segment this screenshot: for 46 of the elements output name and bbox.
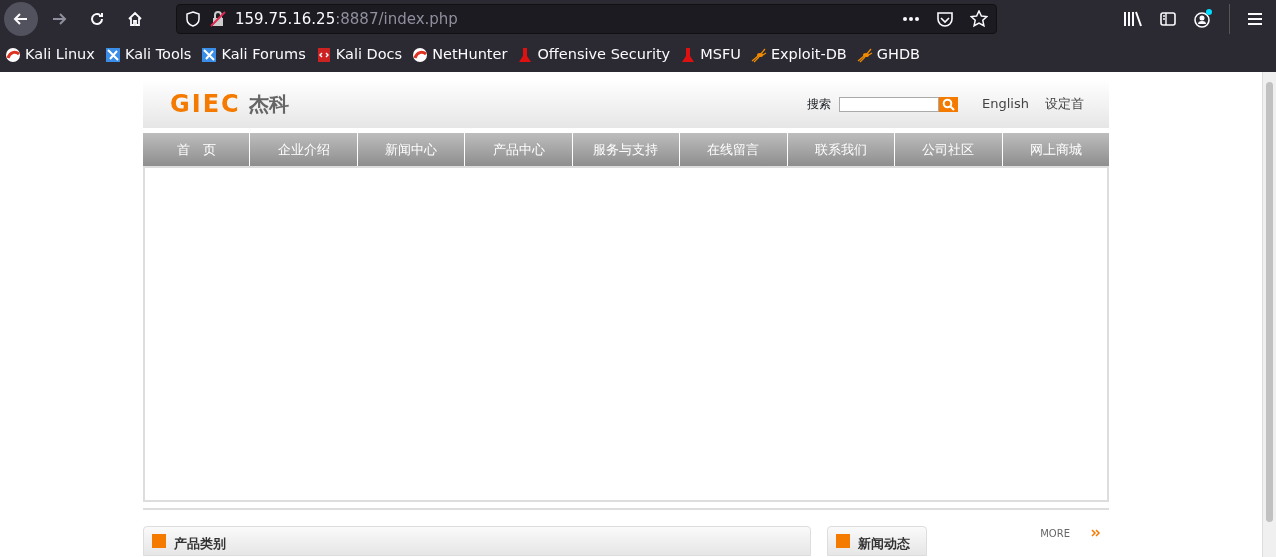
bookmark-icon	[201, 47, 218, 63]
bookmark-icon	[750, 47, 767, 63]
double-chevron-icon	[1091, 529, 1101, 537]
more-icon[interactable]	[902, 16, 920, 22]
account-icon[interactable]	[1193, 9, 1213, 29]
shield-icon	[185, 11, 201, 27]
search-field[interactable]	[839, 96, 940, 112]
scrollbar[interactable]	[1262, 72, 1276, 557]
square-icon	[152, 534, 166, 548]
library-icon[interactable]	[1123, 10, 1143, 28]
bookmark-link[interactable]: Kali Linux	[0, 44, 100, 66]
bookmark-link[interactable]: MSFU	[675, 44, 746, 66]
bookmark-link[interactable]: NetHunter	[407, 44, 513, 66]
bookmark-link[interactable]: GHDB	[851, 44, 926, 66]
more-link[interactable]: MORE	[1040, 526, 1070, 556]
bookmark-icon	[680, 47, 697, 63]
reload-icon	[88, 10, 106, 28]
bookmark-link[interactable]: Kali Docs	[310, 44, 408, 66]
bookmark-icon	[412, 47, 429, 63]
menu-icon[interactable]	[1246, 11, 1264, 27]
pocket-icon[interactable]	[936, 10, 954, 28]
bookmark-icon	[856, 47, 873, 63]
bookmark-link[interactable]: Offensive Security	[512, 44, 676, 66]
square-icon	[836, 534, 850, 548]
address-field[interactable]: 159.75.16.25:8887/index.php	[176, 4, 997, 34]
star-icon[interactable]	[970, 10, 988, 28]
bookmark-icon	[517, 47, 534, 63]
bookmark-icon	[315, 47, 332, 63]
bookmark-link[interactable]: Exploit-DB	[745, 44, 852, 66]
bookmark-link[interactable]: Kali Forums	[196, 44, 311, 66]
bookmark-icon	[104, 47, 121, 63]
section-title: 新闻动态	[858, 535, 910, 553]
section-title: 产品类别	[174, 535, 226, 553]
header-link[interactable]: 设定首	[1045, 94, 1084, 114]
search-label: 搜索	[807, 96, 832, 113]
header-link[interactable]: English	[982, 94, 1029, 114]
search-button[interactable]	[939, 96, 959, 112]
sidebar-icon[interactable]	[1159, 10, 1177, 28]
home-icon	[126, 10, 144, 28]
bookmark-icon	[5, 47, 21, 63]
search-icon	[942, 97, 956, 111]
logo-chinese-text: 杰科	[248, 94, 289, 114]
logo-text: GIEC	[170, 92, 241, 116]
bookmark-link[interactable]: Kali Tools	[99, 44, 197, 66]
back-button[interactable]	[4, 2, 38, 36]
insecure-lock-icon	[209, 10, 227, 28]
